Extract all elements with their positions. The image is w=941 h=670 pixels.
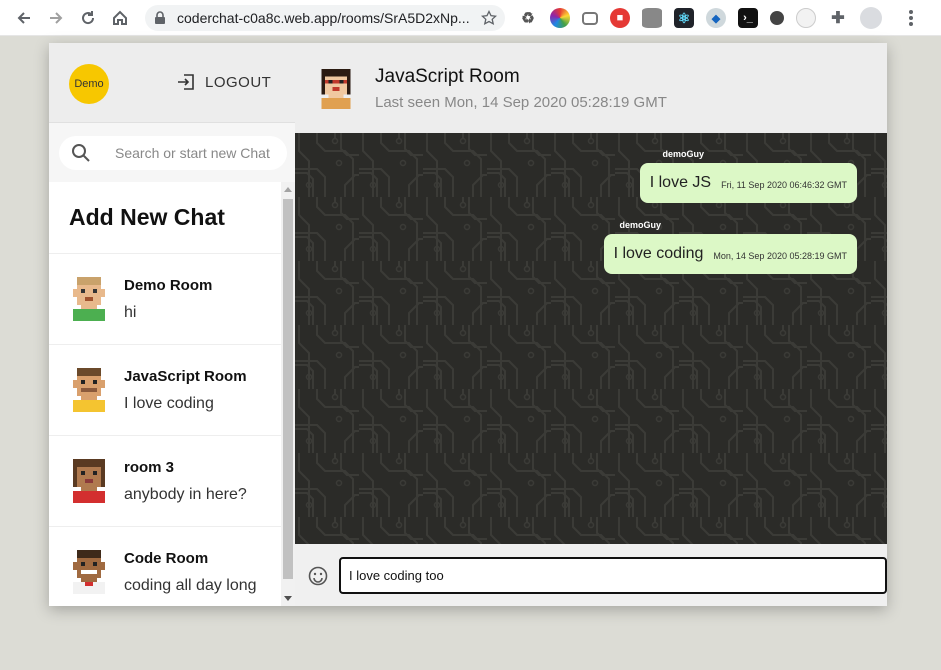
search-container bbox=[49, 123, 295, 182]
scroll-down-arrow-icon[interactable] bbox=[284, 596, 292, 601]
profile-avatar-icon[interactable] bbox=[860, 7, 882, 29]
puzzle-extensions-icon[interactable]: ✚ bbox=[828, 8, 848, 28]
url-text: coderchat-c0a8c.web.app/rooms/SrA5D2xNp.… bbox=[177, 10, 470, 26]
chat-last-message: anybody in here? bbox=[124, 485, 247, 503]
scroll-up-arrow-icon[interactable] bbox=[284, 187, 292, 192]
extensions-area: ♻ ■ ⚛ ◆ ›_ ✚ bbox=[518, 0, 894, 36]
recycle-extension-icon[interactable]: ♻ bbox=[518, 8, 538, 28]
chat-name: Demo Room bbox=[124, 276, 213, 294]
message-area: demoGuy I love JS Fri, 11 Sep 2020 06:46… bbox=[295, 133, 887, 544]
logout-button[interactable]: LOGOUT bbox=[177, 73, 271, 91]
compass-extension-icon[interactable]: ◆ bbox=[706, 8, 726, 28]
logout-label: LOGOUT bbox=[205, 73, 272, 91]
user-avatar-label: Demo bbox=[74, 78, 104, 90]
address-bar[interactable]: coderchat-c0a8c.web.app/rooms/SrA5D2xNp.… bbox=[145, 5, 505, 31]
gauge-extension-icon[interactable] bbox=[796, 8, 816, 28]
pixel-avatar-icon bbox=[73, 277, 105, 321]
sidebar-header: Demo LOGOUT bbox=[49, 43, 295, 123]
chat-last-message: hi bbox=[124, 303, 137, 321]
message-bubble: I love coding Mon, 14 Sep 2020 05:28:19 … bbox=[603, 234, 857, 274]
circle-extension-icon[interactable] bbox=[770, 11, 784, 25]
home-icon[interactable] bbox=[104, 0, 136, 36]
reload-icon[interactable] bbox=[72, 0, 104, 36]
chat-name: Code Room bbox=[124, 549, 209, 567]
sidebar: Demo LOGOUT Add New Chat bbox=[49, 43, 295, 606]
chat-app: Demo LOGOUT Add New Chat bbox=[49, 43, 887, 606]
chat-last-message: coding all day long bbox=[124, 576, 257, 594]
pixel-avatar-icon bbox=[73, 550, 105, 594]
cast-extension-icon[interactable] bbox=[582, 11, 598, 25]
react-devtools-icon[interactable]: ⚛ bbox=[674, 8, 694, 28]
message-composer bbox=[295, 544, 887, 606]
message-bubble: I love JS Fri, 11 Sep 2020 06:46:32 GMT bbox=[639, 163, 857, 203]
forward-icon[interactable] bbox=[40, 0, 72, 36]
chat-title: JavaScript Room bbox=[375, 66, 520, 87]
message-text: I love JS bbox=[649, 174, 712, 191]
chat-name: JavaScript Room bbox=[124, 367, 247, 385]
pixel-avatar-icon bbox=[73, 368, 105, 412]
terminal-extension-icon[interactable]: ›_ bbox=[738, 8, 758, 28]
user-avatar[interactable]: Demo bbox=[69, 64, 109, 104]
message-time: Mon, 14 Sep 2020 05:28:19 GMT bbox=[713, 251, 847, 261]
chat-list-item[interactable]: JavaScript Room I love coding bbox=[49, 345, 281, 436]
browser-menu-icon[interactable] bbox=[901, 8, 921, 28]
search-input[interactable] bbox=[115, 145, 275, 161]
room-avatar-icon[interactable] bbox=[317, 69, 355, 109]
chat-panel: JavaScript Room Last seen Mon, 14 Sep 20… bbox=[295, 43, 887, 606]
emoji-icon[interactable] bbox=[308, 566, 328, 586]
lock-icon bbox=[155, 11, 165, 24]
chat-header: JavaScript Room Last seen Mon, 14 Sep 20… bbox=[295, 43, 887, 133]
database-extension-icon[interactable] bbox=[642, 8, 662, 28]
back-icon[interactable] bbox=[8, 0, 40, 36]
chat-list-item[interactable]: Code Room coding all day long bbox=[49, 527, 281, 606]
browser-toolbar: coderchat-c0a8c.web.app/rooms/SrA5D2xNp.… bbox=[0, 0, 941, 36]
scrollbar-thumb[interactable] bbox=[283, 199, 293, 579]
add-new-chat-button[interactable]: Add New Chat bbox=[49, 182, 281, 254]
bookmark-star-icon[interactable] bbox=[481, 10, 497, 26]
logout-icon bbox=[178, 74, 194, 90]
search-box[interactable] bbox=[59, 136, 287, 170]
chat-last-message: I love coding bbox=[124, 394, 214, 412]
chat-list-scrollbar[interactable] bbox=[281, 182, 295, 606]
message-time: Fri, 11 Sep 2020 06:46:32 GMT bbox=[721, 180, 847, 190]
message-sender: demoGuy bbox=[619, 220, 661, 230]
chat-list: Add New Chat Demo Room hi JavaScript Roo… bbox=[49, 182, 281, 606]
message-input[interactable] bbox=[339, 557, 887, 594]
chat-name: room 3 bbox=[124, 458, 175, 476]
search-icon bbox=[72, 144, 90, 162]
pixel-avatar-icon bbox=[73, 459, 105, 503]
message-text: I love coding bbox=[613, 245, 704, 262]
chat-list-item[interactable]: Demo Room hi bbox=[49, 254, 281, 345]
red-block-extension-icon[interactable]: ■ bbox=[610, 8, 630, 28]
color-wheel-extension-icon[interactable] bbox=[550, 8, 570, 28]
chat-list-item[interactable]: room 3 anybody in here? bbox=[49, 436, 281, 527]
message-sender: demoGuy bbox=[662, 149, 704, 159]
chat-last-seen: Last seen Mon, 14 Sep 2020 05:28:19 GMT bbox=[375, 94, 667, 111]
